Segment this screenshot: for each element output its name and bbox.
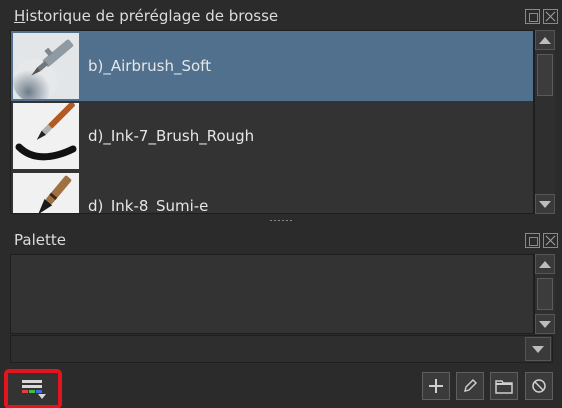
chevron-up-icon [539,36,551,44]
docker-title: Historique de préréglage de brosse [14,7,279,25]
palette-selector[interactable] [10,335,553,363]
chevron-down-icon [539,200,551,208]
docker-title-bar: Historique de préréglage de brosse [0,2,562,30]
add-color-button[interactable] [422,372,450,400]
chevron-up-icon [539,260,551,268]
remove-color-button[interactable] [525,372,553,400]
scroll-down-button[interactable] [535,314,555,334]
folder-icon [495,380,513,394]
close-docker-icon[interactable] [543,8,558,24]
brush-list-scrollbar[interactable] [534,30,555,214]
plus-icon [429,379,443,393]
brush-preset-label: d)_Ink-8_Sumi-e [88,197,209,214]
scroll-handle[interactable] [537,278,553,310]
edit-color-button[interactable] [456,372,484,400]
chevron-down-icon [532,345,544,353]
brush-preset-label: b)_Airbrush_Soft [88,57,212,75]
airbrush-icon [13,33,79,99]
docker-splitter[interactable] [0,216,562,224]
ink-brush-icon [13,103,79,169]
palette-menu-button[interactable] [4,369,62,408]
list-item[interactable]: b)_Airbrush_Soft [11,31,533,101]
close-docker-icon[interactable] [543,232,558,248]
sumi-e-brush-icon [13,173,79,213]
palette-menu-icon [22,380,46,399]
brush-preset-history-docker: Historique de préréglage de brosse b)_Ai… [0,2,562,214]
grip-icon [269,218,293,222]
dropdown-button[interactable] [525,337,551,361]
docker-title: Palette [14,231,66,249]
open-palette-button[interactable] [490,372,518,400]
palette-swatch-area[interactable] [10,254,534,334]
scroll-down-button[interactable] [535,194,555,214]
float-docker-icon[interactable] [525,8,540,24]
list-item[interactable]: d)_Ink-8_Sumi-e [11,171,533,214]
palette-scrollbar[interactable] [534,254,555,334]
palette-toolbar [0,366,562,408]
list-item[interactable]: d)_Ink-7_Brush_Rough [11,101,533,171]
float-docker-icon[interactable] [525,232,540,248]
scroll-up-button[interactable] [535,254,555,274]
scroll-up-button[interactable] [535,30,555,50]
pencil-icon [464,379,477,392]
scroll-handle[interactable] [537,54,553,96]
brush-history-list: b)_Airbrush_Soft d)_Ink-7_Brush_Rough d)… [10,30,534,214]
chevron-down-icon [539,320,551,328]
palette-docker: Palette [0,226,562,408]
brush-preset-label: d)_Ink-7_Brush_Rough [88,127,255,145]
forbidden-icon [532,379,546,393]
docker-title-bar: Palette [0,226,562,254]
